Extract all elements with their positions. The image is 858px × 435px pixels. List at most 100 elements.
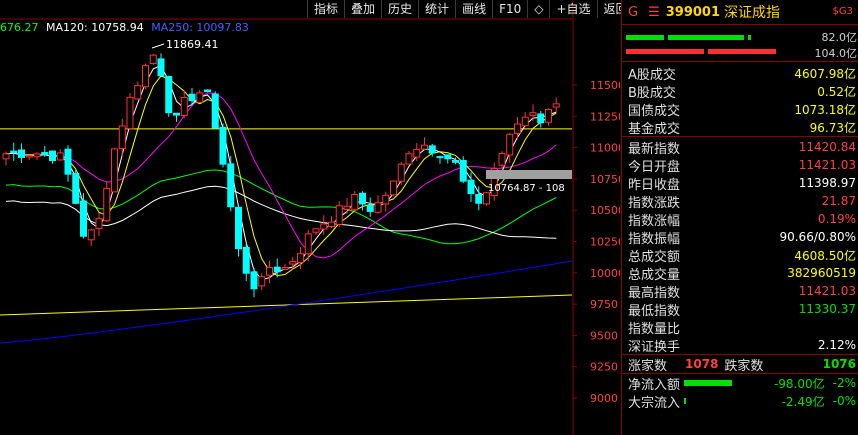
stat-row: 深证换手 2.12% — [622, 336, 858, 355]
candle-body — [111, 148, 118, 193]
candle-body — [188, 93, 196, 102]
toolbar-statistics[interactable]: 统计 — [418, 0, 455, 18]
candle-body — [545, 108, 552, 123]
trade-value: 96.73亿 — [809, 120, 856, 135]
stat-label: 最低指数 — [628, 303, 681, 319]
candle-body — [343, 205, 351, 210]
candle-body — [444, 154, 452, 160]
flow-bar — [684, 380, 733, 386]
candle-body — [18, 149, 25, 158]
candle-body — [64, 148, 72, 175]
ma250-legend: MA250: 10097.83 — [151, 21, 249, 34]
stat-label: 指数涨跌 — [628, 195, 681, 211]
high-price-label: 11869.41 — [166, 38, 219, 51]
y-tick-label: 10500 — [590, 204, 620, 217]
candle-body — [366, 204, 374, 212]
stat-row: 指数涨幅 0.19% — [622, 210, 858, 229]
kline-chart-canvas[interactable]: 11500 11250 11000 10750 10500 10250 10000 9750 9… — [0, 0, 620, 435]
y-tick-label: 11000 — [590, 142, 620, 155]
candle-body — [335, 205, 343, 225]
candle-body — [374, 202, 382, 213]
buy-bar-segment — [668, 35, 744, 40]
candle-body — [180, 96, 188, 116]
y-tick-label: 10250 — [590, 236, 620, 249]
high-marker-line — [151, 43, 165, 49]
candle-body — [436, 156, 444, 159]
stat-row: 总成交量 382960519 — [622, 264, 858, 283]
menu-icon[interactable]: ☰ — [648, 5, 660, 20]
stat-label: 最新指数 — [628, 141, 681, 157]
sell-bar-segment — [626, 49, 704, 54]
stat-row: 总成交额 4608.50亿 — [622, 246, 858, 265]
candle-body — [312, 228, 320, 233]
candle-body — [289, 261, 297, 265]
flow-pct: -0% — [832, 394, 856, 408]
down-count-label: 跌家数 — [724, 358, 764, 374]
candle-body — [537, 113, 545, 124]
buy-sell-bars: 82.0亿 104.0亿 — [622, 25, 858, 62]
candle-body — [33, 153, 41, 158]
candle-body — [142, 65, 149, 88]
toolbar-overlay[interactable]: 叠加 — [344, 0, 381, 18]
y-tick-label: 9000 — [590, 392, 618, 405]
stat-value: 21.87 — [821, 194, 856, 208]
toolbar-draw-line[interactable]: 画线 — [455, 0, 492, 18]
stat-label: 今日开盘 — [628, 159, 681, 175]
ma60-legend: 676.27 — [0, 21, 39, 34]
toolbar-f10[interactable]: F10 — [492, 0, 527, 18]
sell-bar-segment — [708, 49, 776, 54]
candle-body — [382, 194, 390, 205]
candle-body — [87, 229, 95, 241]
toolbar-indicator[interactable]: 指标 — [307, 0, 344, 18]
trade-row: A股成交 4607.98亿 — [622, 64, 858, 83]
candle-body — [149, 54, 157, 64]
stat-label: 总成交额 — [628, 249, 681, 265]
stat-value: 4608.50亿 — [794, 248, 856, 263]
trade-label: A股成交 — [628, 67, 676, 83]
candle-body — [521, 116, 529, 127]
candle-body — [506, 133, 514, 156]
flow-value: -98.00亿 — [773, 376, 825, 391]
trade-label: B股成交 — [628, 85, 676, 101]
candle-body — [41, 152, 49, 155]
candle-body — [219, 126, 227, 165]
candle-body — [95, 218, 103, 229]
stat-label: 最高指数 — [628, 285, 681, 301]
y-tick-label: 9250 — [590, 361, 618, 374]
buy-bar-value: 82.0亿 — [821, 31, 858, 44]
price-range-label: 10764.87 - 108 — [488, 183, 565, 194]
candle-body — [196, 92, 204, 103]
candle-body — [2, 153, 10, 160]
trend-line — [0, 294, 573, 316]
candle-body — [211, 93, 219, 129]
kline-chart[interactable]: 11500 11250 11000 10750 10500 10250 10000 9750 9… — [0, 0, 628, 435]
candle-body — [320, 223, 328, 230]
stat-label: 指数量比 — [628, 321, 681, 337]
candle-body — [421, 144, 428, 150]
index-name: 深证成指 — [724, 5, 781, 21]
stat-row: 最高指数 11421.03 — [622, 282, 858, 301]
flow-label: 大宗流入 — [628, 395, 681, 411]
toolbar-diamond-icon[interactable]: ◇ — [527, 0, 549, 18]
stat-row: 指数振幅 90.66/0.80% — [622, 228, 858, 247]
y-tick-label: 9750 — [590, 298, 618, 311]
group-icon[interactable]: G — [628, 5, 638, 20]
trade-value: 0.52亿 — [817, 84, 856, 99]
candle-body — [483, 192, 490, 205]
trade-row: 国债成交 1073.18亿 — [622, 100, 858, 119]
candle-body — [397, 163, 405, 182]
toolbar-history[interactable]: 历史 — [381, 0, 418, 18]
trade-value: 1073.18亿 — [794, 102, 856, 117]
stat-row: 昨日收盘 11398.97 — [622, 174, 858, 193]
stat-value: 2.12% — [817, 338, 856, 352]
toolbar-add-favorite[interactable]: +自选 — [549, 0, 596, 18]
candle-body — [498, 153, 506, 166]
quote-panel: G ☰ 399001 深证成指 $G3 82.0亿 104.0亿 A股成交 460… — [621, 0, 858, 435]
stat-value: 90.66/0.80% — [779, 230, 856, 244]
candle-body — [304, 233, 312, 255]
stat-value: 11421.03 — [798, 158, 856, 172]
up-count-label: 涨家数 — [628, 358, 668, 374]
stat-label: 深证换手 — [628, 339, 681, 355]
trade-row: 基金成交 96.73亿 — [622, 118, 858, 137]
candle-body — [80, 200, 87, 237]
